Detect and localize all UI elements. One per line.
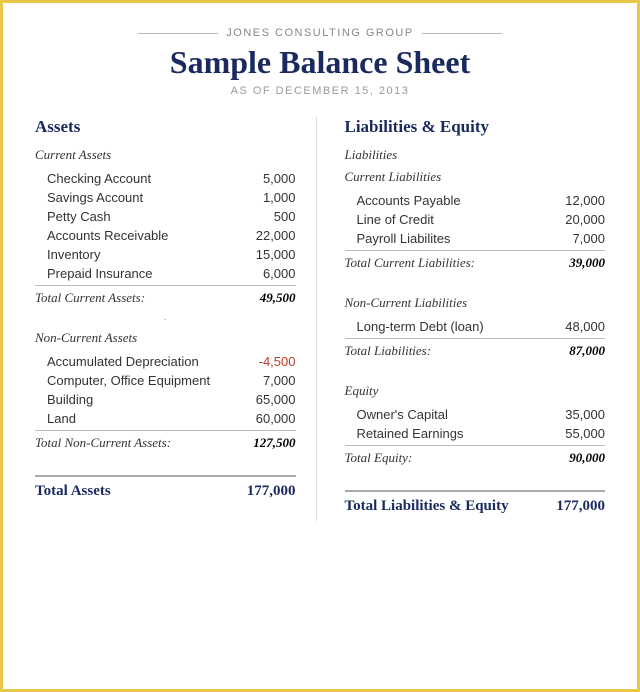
list-item: Retained Earnings 55,000: [345, 424, 606, 443]
list-item: Building 65,000: [35, 390, 296, 409]
sheet-title: Sample Balance Sheet: [35, 43, 605, 81]
liabilities-column: Liabilities & Equity Liabilities Current…: [317, 117, 606, 521]
spacer: [345, 275, 606, 289]
total-liabilities-equity-label: Total Liabilities & Equity: [345, 498, 509, 515]
spacer: [345, 363, 606, 377]
list-item: Owner's Capital 35,000: [345, 405, 606, 424]
total-assets: Total Assets 177,000: [35, 475, 296, 506]
current-liabilities-header: Current Liabilities: [345, 169, 606, 185]
list-item: Accounts Payable 12,000: [345, 191, 606, 210]
liabilities-label: Liabilities: [345, 147, 606, 163]
rule-left: [138, 33, 218, 34]
liabilities-equity-header: Liabilities & Equity: [345, 117, 606, 137]
list-item: Long-term Debt (loan) 48,000: [345, 317, 606, 336]
assets-header: Assets: [35, 117, 296, 137]
company-name: JONES CONSULTING GROUP: [226, 27, 413, 39]
list-item: Land 60,000: [35, 409, 296, 428]
balance-sheet: JONES CONSULTING GROUP Sample Balance Sh…: [0, 0, 640, 692]
total-noncurrent-assets: Total Non-Current Assets: 127,500: [35, 430, 296, 455]
list-item: Line of Credit 20,000: [345, 210, 606, 229]
total-liabilities: Total Liabilities: 87,000: [345, 338, 606, 363]
list-item: Computer, Office Equipment 7,000: [35, 371, 296, 390]
sheet-date: AS OF DECEMBER 15, 2013: [35, 85, 605, 97]
list-item: Prepaid Insurance 6,000: [35, 264, 296, 283]
list-item: Payroll Liabilites 7,000: [345, 229, 606, 248]
rule-right: [422, 33, 502, 34]
equity-header: Equity: [345, 383, 606, 399]
spacer: [35, 455, 296, 469]
spacer: [345, 470, 606, 484]
list-item: Petty Cash 500: [35, 207, 296, 226]
total-current-liabilities: Total Current Liabilities: 39,000: [345, 250, 606, 275]
current-assets-header: Current Assets: [35, 147, 296, 163]
company-line: JONES CONSULTING GROUP: [35, 27, 605, 39]
noncurrent-liabilities-header: Non-Current Liabilities: [345, 295, 606, 311]
list-item: Accounts Receivable 22,000: [35, 226, 296, 245]
list-item: Inventory 15,000: [35, 245, 296, 264]
list-item: Savings Account 1,000: [35, 188, 296, 207]
total-assets-value: 177,000: [246, 483, 296, 500]
total-assets-label: Total Assets: [35, 483, 111, 500]
list-item: Checking Account 5,000: [35, 169, 296, 188]
total-current-assets: Total Current Assets: 49,500: [35, 285, 296, 310]
assets-column: Assets Current Assets Checking Account 5…: [35, 117, 317, 521]
dot-spacer: .: [35, 310, 296, 324]
total-liabilities-equity-value: 177,000: [555, 498, 605, 515]
total-equity: Total Equity: 90,000: [345, 445, 606, 470]
list-item: Accumulated Depreciation -4,500: [35, 352, 296, 371]
total-liabilities-equity: Total Liabilities & Equity 177,000: [345, 490, 606, 521]
header: JONES CONSULTING GROUP Sample Balance Sh…: [35, 27, 605, 97]
noncurrent-assets-header: Non-Current Assets: [35, 330, 296, 346]
columns: Assets Current Assets Checking Account 5…: [35, 117, 605, 521]
